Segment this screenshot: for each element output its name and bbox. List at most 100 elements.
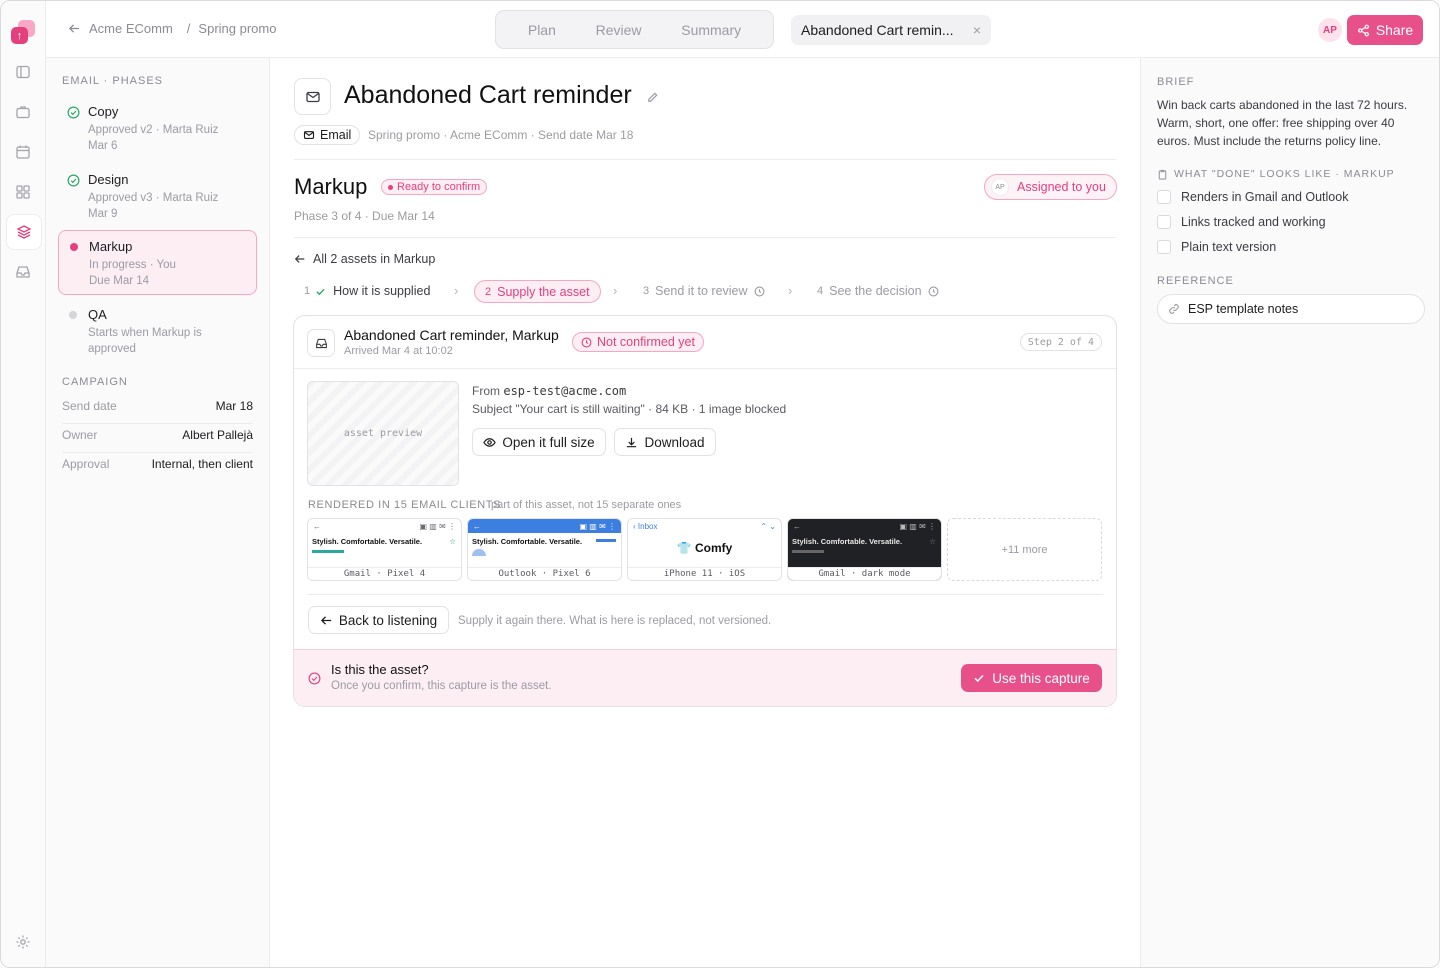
open-full-size-label: Open it full size [502,434,595,450]
back-to-assets-label: All 2 assets in Markup [313,252,436,266]
checklist-label: Links tracked and working [1181,215,1326,229]
app-window: ↑ Acme EComm / Spring promo Plan Review … [0,0,1440,968]
phase-item-design[interactable]: Design Approved v3 · Marta Ruiz Mar 9 [58,164,257,230]
document-tab-title: Abandoned Cart remin... [801,22,954,38]
phase-item-copy[interactable]: Copy Approved v2 · Marta Ruiz Mar 6 [58,96,257,162]
eye-icon [483,437,497,447]
assigned-chip[interactable]: AP Assigned to you [984,174,1117,200]
asset-arrived: Arrived Mar 4 at 10:02 [344,345,453,357]
channel-chip: Email [294,125,361,145]
app-logo[interactable]: ↑ [11,20,37,46]
back-to-listening-button[interactable]: Back to listening [308,606,449,634]
confirm-sub: Once you confirm, this capture is the as… [331,680,552,692]
tab-review[interactable]: Review [596,22,642,38]
thumb-caption: Gmail · dark mode [788,567,941,580]
reference-header: REFERENCE [1157,275,1234,287]
thumb-caption: iPhone 11 · iOS [628,567,781,580]
phase-sub: Approved v3 · Marta Ruiz [88,192,219,204]
main-content: Abandoned Cart reminder Email Spring pro… [270,58,1140,967]
thumb-body: 👕 Comfy [676,541,733,555]
step-number: 2 [485,285,492,298]
thumb-caption: Gmail · Pixel 4 [308,567,461,580]
divider [294,237,1116,238]
checkbox[interactable] [1157,240,1171,254]
asset-card: Abandoned Cart reminder, Markup Arrived … [293,315,1117,707]
step-4[interactable]: 4 See the decision [817,284,939,298]
tab-summary[interactable]: Summary [681,22,741,38]
tab-plan[interactable]: Plan [528,22,556,38]
checklist-item[interactable]: Renders in Gmail and Outlook [1157,190,1348,204]
kv-value: Internal, then client [151,457,253,471]
open-full-size-button[interactable]: Open it full size [472,428,606,456]
briefcase-icon[interactable] [12,101,34,123]
chevron-right-icon: › [788,283,793,298]
calendar-icon[interactable] [12,141,34,163]
download-button[interactable]: Download [614,428,716,456]
phase-item-markup[interactable]: Markup In progress · You Due Mar 14 [58,230,257,295]
inbox-icon[interactable] [12,261,34,283]
kv-key: Owner [62,428,98,442]
campaign-approval: Approval Internal, then client [62,457,253,481]
phase-meta: Phase 3 of 4 · Due Mar 14 [294,209,435,223]
phase-date: Mar 9 [88,208,118,220]
phase-item-qa[interactable]: QA Starts when Markup is approved [58,299,257,365]
close-icon[interactable]: × [973,22,981,38]
back-arrow-icon [294,255,305,263]
checklist-item[interactable]: Links tracked and working [1157,215,1326,229]
breadcrumb-parent[interactable]: Acme EComm [89,21,173,36]
sidebar-toggle-icon[interactable] [12,61,34,83]
checklist-label: Plain text version [1181,240,1277,254]
share-button[interactable]: Share [1347,15,1423,45]
share-label: Share [1375,22,1414,38]
breadcrumb-current[interactable]: Spring promo [198,21,276,36]
phase-sub: Starts when Markup is [88,327,202,339]
phase-sidebar: EMAIL · PHASES Copy Approved v2 · Marta … [46,58,270,967]
status-badge: Ready to confirm [381,179,488,195]
step-3[interactable]: 3 Send it to review [643,284,765,298]
edit-pencil-icon[interactable] [646,91,659,104]
step-1[interactable]: 1 How it is supplied [304,284,430,298]
step-2[interactable]: 2 Supply the asset [474,280,601,303]
reference-link[interactable]: ESP template notes [1157,294,1425,324]
kv-key: Approval [62,457,110,471]
asset-title: Abandoned Cart reminder, Markup [344,327,559,343]
step-label: How it is supplied [333,284,431,298]
settings-icon[interactable] [12,931,34,953]
asset-preview[interactable]: asset preview [307,381,459,486]
client-thumb-iphone[interactable]: ‹ Inbox ⌃ ⌄ 👕 Comfy iPhone 11 · iOS [627,518,782,581]
checklist-item[interactable]: Plain text version [1157,240,1276,254]
more-clients[interactable]: +11 more [947,518,1102,581]
status-badge-label: Ready to confirm [397,181,481,193]
brief-header: BRIEF [1157,76,1195,88]
client-thumb-gmail[interactable]: ← ▣ ▥ ✉ ⋮ Stylish. Comfortable. Versatile… [307,518,462,581]
avatar[interactable]: AP [1318,18,1342,42]
download-icon [627,437,637,447]
layers-icon[interactable] [6,214,42,250]
thumb-toolbar: ← ▣ ▥ ✉ ⋮ [468,519,621,533]
checkbox[interactable] [1157,190,1171,204]
link-icon [1169,304,1179,314]
back-arrow-icon[interactable] [68,22,81,35]
client-thumb-outlook[interactable]: ← ▣ ▥ ✉ ⋮ Stylish. Comfortable. Versatile… [467,518,622,581]
confirm-question: Is this the asset? [331,662,429,677]
use-capture-button[interactable]: Use this capture [961,664,1102,692]
thumb-body: Stylish. Comfortable. Versatile. ☆ [788,533,941,566]
mail-icon [294,78,331,115]
reference-label: ESP template notes [1188,302,1299,316]
client-thumbnails: ← ▣ ▥ ✉ ⋮ Stylish. Comfortable. Versatile… [307,518,1103,582]
not-confirmed-label: Not confirmed yet [597,335,695,349]
back-to-assets-link[interactable]: All 2 assets in Markup [294,252,435,266]
assignee-avatar: AP [991,178,1009,196]
grid-icon[interactable] [12,181,34,203]
phase-title: Copy [88,104,119,119]
clock-icon [928,286,939,296]
download-label: Download [644,434,705,450]
divider [294,159,1116,160]
client-thumb-gmail-dark[interactable]: ← ▣ ▥ ✉ ⋮ Stylish. Comfortable. Versatile… [787,518,942,581]
open-document-tab[interactable]: Abandoned Cart remin... × [791,15,991,45]
breadcrumb-separator: / [186,21,191,36]
checkbox[interactable] [1157,215,1171,229]
done-header: WHAT "DONE" LOOKS LIKE · MARKUP [1174,168,1395,180]
thumb-text: Stylish. Comfortable. Versatile. [472,537,583,546]
page-title: Abandoned Cart reminder [344,81,632,109]
